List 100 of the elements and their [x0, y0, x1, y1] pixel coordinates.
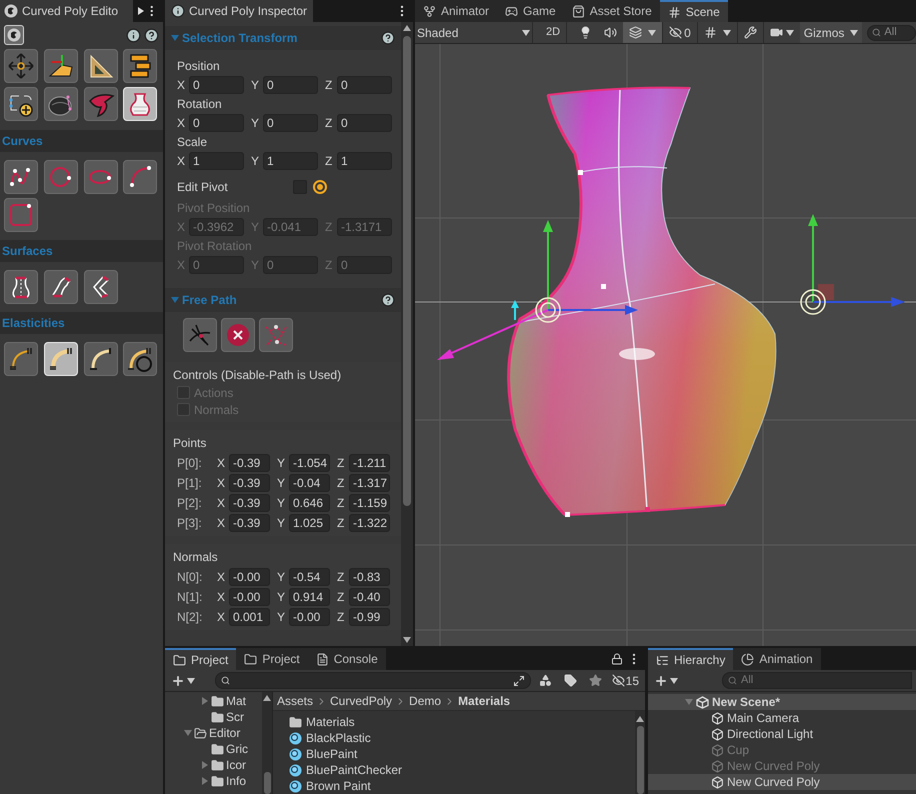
scroll-up-icon[interactable] [636, 715, 644, 723]
hierarchy-row[interactable]: New Curved Poly [648, 774, 916, 790]
caret-icon[interactable] [648, 28, 656, 36]
effects-toggle[interactable] [623, 22, 662, 43]
pivot-toggle[interactable] [313, 180, 327, 194]
hidden-packages-toggle[interactable]: 15 [610, 672, 641, 690]
tool-button[interactable] [4, 160, 38, 194]
panel-tab[interactable]: Curved Poly Edito [0, 0, 134, 22]
caret-icon[interactable] [722, 28, 731, 36]
path-tool-button[interactable] [183, 318, 217, 352]
path-tool-button[interactable] [259, 318, 293, 352]
tool-button[interactable] [123, 160, 158, 194]
logo-button[interactable] [4, 25, 24, 45]
number-field[interactable]: 1.025 [289, 514, 330, 532]
number-field[interactable]: 0 [263, 76, 318, 94]
breadcrumb-link[interactable]: Assets [277, 692, 314, 710]
tree-item[interactable]: Scr [226, 708, 244, 726]
caret-icon[interactable] [850, 28, 858, 36]
number-field[interactable]: -0.39 [229, 494, 270, 512]
number-field[interactable]: -0.00 [229, 568, 270, 586]
tool-button[interactable] [123, 49, 158, 83]
help-icon[interactable] [144, 28, 159, 42]
panel-tab[interactable]: Project [236, 648, 308, 670]
shading-dropdown[interactable]: Shaded [415, 22, 533, 43]
tree-item[interactable]: Mat [226, 692, 246, 710]
tool-button[interactable] [84, 270, 118, 304]
transform-gizmo-drawing[interactable] [437, 220, 638, 360]
expand-arrow-icon[interactable] [201, 697, 209, 705]
hierarchy-row[interactable]: Directional Light [648, 726, 916, 742]
tool-button[interactable] [44, 270, 78, 304]
number-field[interactable]: -1.054 [289, 454, 330, 472]
number-field[interactable]: 0.646 [289, 494, 330, 512]
caret-icon[interactable] [187, 676, 195, 684]
panel-tab[interactable]: Game [497, 0, 564, 22]
transform-gizmo-drawing[interactable] [800, 214, 905, 315]
info-icon[interactable] [126, 28, 141, 42]
panel-tab[interactable]: Project [165, 648, 236, 670]
tool-button[interactable] [4, 87, 38, 121]
lock-icon[interactable] [611, 653, 623, 665]
panel-tab[interactable]: Animator [415, 0, 498, 22]
caret-icon[interactable] [522, 28, 530, 36]
help-icon[interactable] [381, 31, 395, 45]
number-field[interactable]: 0 [263, 114, 318, 132]
number-field[interactable]: -0.39 [229, 474, 270, 492]
number-field[interactable]: 1 [337, 152, 392, 170]
panel-tab[interactable]: Console [308, 648, 386, 670]
tool-button[interactable] [84, 342, 118, 376]
scene-viewport[interactable] [415, 44, 916, 646]
number-field[interactable]: 1 [189, 152, 244, 170]
scroll-thumb[interactable] [264, 772, 270, 794]
caret-icon[interactable] [670, 676, 678, 684]
tool-button[interactable] [4, 49, 38, 83]
scrollbar[interactable] [262, 692, 272, 794]
number-field[interactable]: 0 [189, 76, 244, 94]
caret-icon[interactable] [786, 28, 794, 36]
scroll-up-icon[interactable] [403, 24, 411, 32]
asset-item[interactable]: BluePaint [306, 745, 358, 763]
scrollbar[interactable] [401, 22, 413, 646]
search-field[interactable]: All [867, 24, 916, 40]
number-field[interactable]: -1.211 [349, 454, 390, 472]
breadcrumb-link[interactable]: Materials [458, 692, 510, 710]
number-field[interactable]: -1.159 [349, 494, 390, 512]
panel-tab[interactable]: Curved Poly Inspector [165, 0, 314, 22]
number-field[interactable]: -0.83 [349, 568, 390, 586]
panel-tab[interactable]: Asset Store [564, 0, 660, 22]
tool-button[interactable] [4, 270, 38, 304]
expand-arrow-icon[interactable] [201, 761, 209, 769]
scroll-thumb[interactable] [636, 726, 644, 794]
number-field[interactable]: -1.317 [349, 474, 390, 492]
expand-arrow-icon[interactable] [201, 777, 209, 785]
star-icon[interactable] [588, 674, 602, 687]
number-field[interactable]: -0.39 [229, 514, 270, 532]
asset-item[interactable]: Brown Paint [306, 777, 371, 794]
number-field[interactable]: 0 [189, 114, 244, 132]
number-field[interactable]: -1.322 [349, 514, 390, 532]
tree-item[interactable]: Editor [209, 724, 240, 742]
number-field[interactable]: 0 [337, 114, 392, 132]
scroll-down-icon[interactable] [403, 636, 411, 644]
tool-button[interactable] [123, 342, 158, 376]
gizmos-dropdown[interactable]: Gizmos [800, 22, 862, 43]
tree-item[interactable]: Info [226, 772, 246, 790]
hierarchy-row[interactable]: Main Camera [648, 710, 916, 726]
tool-button[interactable] [44, 49, 78, 83]
scroll-thumb[interactable] [403, 36, 411, 506]
number-field[interactable]: 0.001 [229, 608, 270, 626]
expand-arrow-icon[interactable] [184, 729, 192, 737]
help-icon[interactable] [381, 293, 395, 307]
number-field[interactable]: 0 [337, 76, 392, 94]
number-field[interactable]: -0.40 [349, 588, 390, 606]
breadcrumb-link[interactable]: Demo [409, 692, 442, 710]
asset-item[interactable]: Materials [306, 713, 355, 731]
tool-button[interactable] [4, 342, 38, 376]
panel-tab[interactable]: Animation [733, 648, 821, 670]
number-field[interactable]: 1 [263, 152, 318, 170]
number-field[interactable]: -0.00 [289, 608, 330, 626]
number-field[interactable]: -0.54 [289, 568, 330, 586]
tree-item[interactable]: Icor [226, 756, 246, 774]
scroll-up-icon[interactable] [263, 694, 271, 702]
panel-tab[interactable]: Hierarchy [648, 648, 734, 670]
number-field[interactable]: 0.914 [289, 588, 330, 606]
